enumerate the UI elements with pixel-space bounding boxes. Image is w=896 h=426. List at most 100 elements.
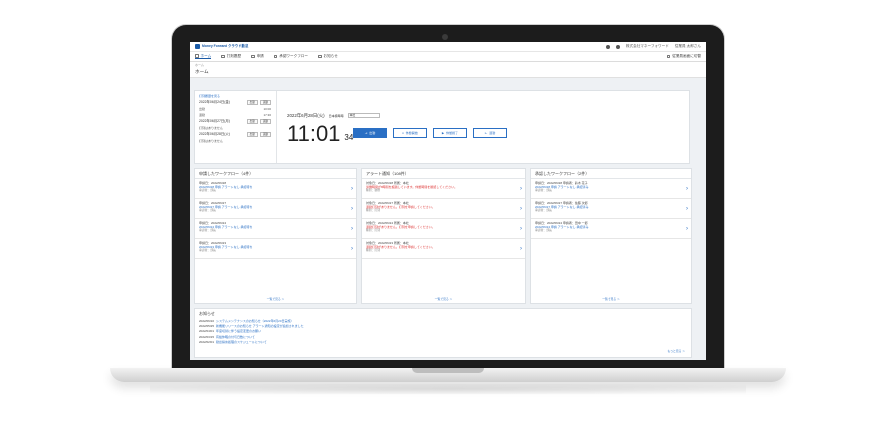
timezone-label: 日本標準時 [328,113,344,118]
stamp-in-button[interactable]: 出勤 [246,100,258,106]
help-icon[interactable] [615,44,620,49]
divider [276,91,277,163]
chevron-right-icon[interactable]: › [686,225,688,233]
nav-stamp-history[interactable]: 打刻履歴 [221,54,241,59]
item-sub: 種別：打刻 [366,228,380,233]
switch-view-label: 従業員画面に切替 [672,54,701,59]
chevron-right-icon[interactable]: › [520,205,522,213]
app-logo[interactable]: Money Forward クラウド勤怠 [195,44,248,49]
chevron-right-icon[interactable]: › [686,185,688,193]
notice-link[interactable]: 新機能リリースのお知らせ アラート通知の設定が追加されました [216,324,304,328]
list-item[interactable]: 申請日：2022/06/28 申請者：鈴木 花子 2022/06/28 申請 ア… [531,179,691,200]
chevron-right-icon[interactable]: › [686,205,688,213]
switch-view-link[interactable]: 従業員画面に切替 [666,54,701,59]
bell-icon[interactable] [605,44,610,49]
login-icon: ⇥ [364,130,368,135]
chevron-right-icon[interactable]: › [351,245,353,253]
list-item[interactable]: 申請日：2022/06/27 申請者：佐藤 次郎 2022/06/27 申請 ア… [531,199,691,220]
notice-date: 2022/06/10 [199,318,215,323]
list-item[interactable]: 申請日：2022/06/24 申請者：田中 一郎 2022/06/24 申請 ア… [531,219,691,240]
card-title: アラート通知（108件） [362,169,525,180]
stamp-date: 2022年06月24日(金) [199,100,230,105]
list-item[interactable]: 申請日：2022/06/24 2022/06/24 申請 アラートなし 承認待ち… [195,219,356,240]
stamp-in-button[interactable]: 出勤 [246,118,258,124]
play-icon: ▶ [441,130,445,135]
list-item[interactable]: 申請日：2022/06/28 2022/06/28 申請 アラートなし 承認待ち… [195,179,356,200]
item-sub: 承認者：部長 [199,248,216,253]
company-name[interactable]: 株式会社マネーフォワード [626,44,669,49]
clock-in-button[interactable]: ⇥ 出勤 [353,128,387,138]
stamp-history-link[interactable]: 打刻履歴を見る [199,94,271,98]
nav-label: 承認ワークフロー [279,54,308,59]
stamp-type: 退勤 [199,112,206,117]
main-nav: ホーム 打刻履歴 申請 承認ワークフロー お知らせ 従業員画面に切替 [190,52,706,62]
approved-workflow-card: 承認したワークフロー（2件） 申請日：2022/06/28 申請者：鈴木 花子 … [530,168,692,304]
list-item[interactable]: 申請日：2022/06/23 2022/06/23 申請 アラートなし 承認待ち… [195,239,356,260]
list-item[interactable]: 対象日：2022/06/27 所属：本社 退勤打刻がありません。打刻を申請してく… [362,199,525,220]
notice-link[interactable]: 有給休暇の付与日数について [216,335,255,339]
button-label: 休憩開始 [405,130,418,135]
notice-link[interactable]: システムメンテナンスのお知らせ（2022年6月20日実施） [216,319,293,323]
camera-icon [442,34,448,40]
list-item[interactable]: 対象日：2022/06/28 所属：本社 労働時間が8時間を超過しています。休憩… [362,179,525,200]
stamp-row: 出勤 10:00 [199,107,271,111]
date-line: 2022年6月28日(火) 日本標準時 本社 [287,113,380,119]
stamp-row: 退勤 17:30 [199,113,271,117]
view-all-link[interactable]: 一覧で見る ＞ [195,297,356,302]
laptop-shadow [150,384,746,394]
stamp-out-button[interactable]: 退勤 [259,118,271,124]
stamp-out-button[interactable]: 退勤 [259,131,271,137]
view-more-link[interactable]: もっと見る ＞ [667,349,685,354]
top-right-area: 株式会社マネーフォワード 従業員 太郎さん [605,44,701,49]
chevron-right-icon[interactable]: › [351,185,353,193]
home-icon [195,54,199,58]
stamp-row: 2022年06月24日(金) 出勤 退勤 [199,100,271,106]
chevron-right-icon[interactable]: › [520,225,522,233]
pause-icon: ⏸ [402,130,404,135]
item-sub: 承認者：部長 [199,188,216,193]
break-start-button[interactable]: ⏸ 休憩開始 [393,128,427,138]
notice-link[interactable]: 勤怠締め処理のスケジュールについて [216,340,267,344]
list-item[interactable]: 対象日：2022/06/23 所属：本社 退勤打刻がありません。打刻を申請してく… [362,239,525,260]
stamp-in-button[interactable]: 出勤 [246,131,258,137]
item-sub: 承認者：部長 [535,188,552,193]
clock-hours-minutes: 11:01 [287,120,341,146]
nav-notice[interactable]: お知らせ [318,54,338,59]
laptop-base [110,368,786,382]
item-sub: 種別：勤務 [366,188,380,193]
stamp-type: 出勤 [199,106,206,111]
view-all-link[interactable]: 一覧で見る ＞ [531,297,691,302]
view-all-link[interactable]: 一覧で見る ＞ [362,297,525,302]
chevron-right-icon[interactable]: › [351,225,353,233]
logo-icon [195,44,200,49]
notice-date: 2022/05/25 [199,324,215,329]
notice-date: 2022/03/15 [199,334,215,339]
user-menu[interactable]: 従業員 太郎さん [675,44,701,49]
chevron-right-icon[interactable]: › [520,185,522,193]
list-item[interactable]: 対象日：2022/06/24 所属：本社 退勤打刻がありません。打刻を申請してく… [362,219,525,240]
switch-icon [666,54,671,59]
nav-home[interactable]: ホーム [195,54,212,60]
stamp-row: 打刻はありません [199,126,271,130]
item-sub: 承認者：部長 [535,208,552,213]
location-select[interactable]: 本社 [347,113,380,119]
nav-label: 申請 [256,54,264,59]
item-sub: 種別：打刻 [366,208,380,213]
chevron-right-icon[interactable]: › [351,205,353,213]
break-end-button[interactable]: ▶ 休憩終了 [433,128,467,138]
card-title: お知らせ [199,311,215,316]
stamp-out-button[interactable]: 退勤 [259,100,271,106]
stamp-time: 10:00 [263,106,271,111]
nav-approval[interactable]: 承認ワークフロー [273,54,308,59]
button-label: 退勤 [489,130,496,135]
list-item[interactable]: 申請日：2022/06/27 2022/06/27 申請 アラートなし 承認待ち… [195,199,356,220]
list-item[interactable]: 2022/02/01 勤怠締め処理のスケジュールについて [195,339,691,344]
alert-card: アラート通知（108件） 対象日：2022/06/28 所属：本社 労働時間が8… [361,168,526,304]
notice-link[interactable]: 年度切替に伴う設定変更のお願い [216,329,261,333]
chevron-right-icon[interactable]: › [520,245,522,253]
item-sub: 承認者：部長 [199,208,216,213]
nav-request[interactable]: 申請 [251,54,264,59]
item-sub: 種別：打刻 [366,248,380,253]
nav-label: 打刻履歴 [226,54,242,59]
clock-out-button[interactable]: ⇤ 退勤 [473,128,507,138]
